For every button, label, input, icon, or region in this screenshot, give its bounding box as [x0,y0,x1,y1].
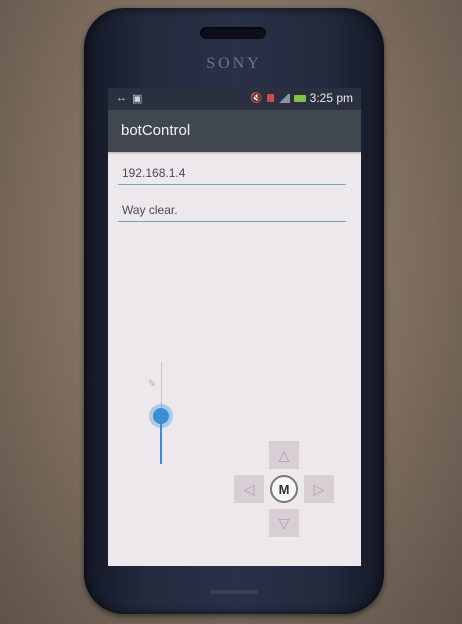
speed-slider-thumb[interactable] [153,408,169,424]
mute-icon: 🔇 [250,92,263,104]
app-title: botControl [121,122,191,139]
ip-address-value: 192.168.1.4 [122,166,186,180]
phone-body: SONY ↔ ▣ 🔇 3:25 pm botControl 192.168.1.… [84,8,384,614]
phone-screen: ↔ ▣ 🔇 3:25 pm botControl 192.168.1.4 Way… [108,88,361,566]
arrow-right-icon: ▷ [313,480,325,497]
dpad-left-button[interactable]: ◁ [234,475,264,503]
status-value: Way clear. [122,203,178,217]
arrow-down-icon: ▽ [278,514,290,531]
battery-icon [293,94,306,102]
ip-address-field[interactable]: 192.168.1.4 [118,162,346,185]
status-bar: ↔ ▣ 🔇 3:25 pm [108,88,361,110]
camera-icon: ▣ [132,93,143,105]
status-field[interactable]: Way clear. [118,199,346,222]
arrow-up-icon: △ [278,446,290,463]
dpad-center-button[interactable]: M [270,475,298,503]
arrow-left-icon: ◁ [243,480,255,497]
dpad-right-button[interactable]: ▷ [304,475,334,503]
pencil-icon: ✎ [148,379,157,390]
brand-logo: SONY [206,55,262,72]
dpad-up-button[interactable]: △ [269,441,299,469]
status-time: 3:25 pm [309,91,353,105]
action-bar: botControl [108,110,361,152]
usb-icon: ↔ [116,92,127,104]
dpad-down-button[interactable]: ▽ [269,509,299,537]
signal-icon [277,93,290,103]
earpiece [200,27,266,39]
m-logo-icon: M [278,481,290,497]
home-key[interactable] [210,590,258,594]
notification-icon [266,94,274,102]
